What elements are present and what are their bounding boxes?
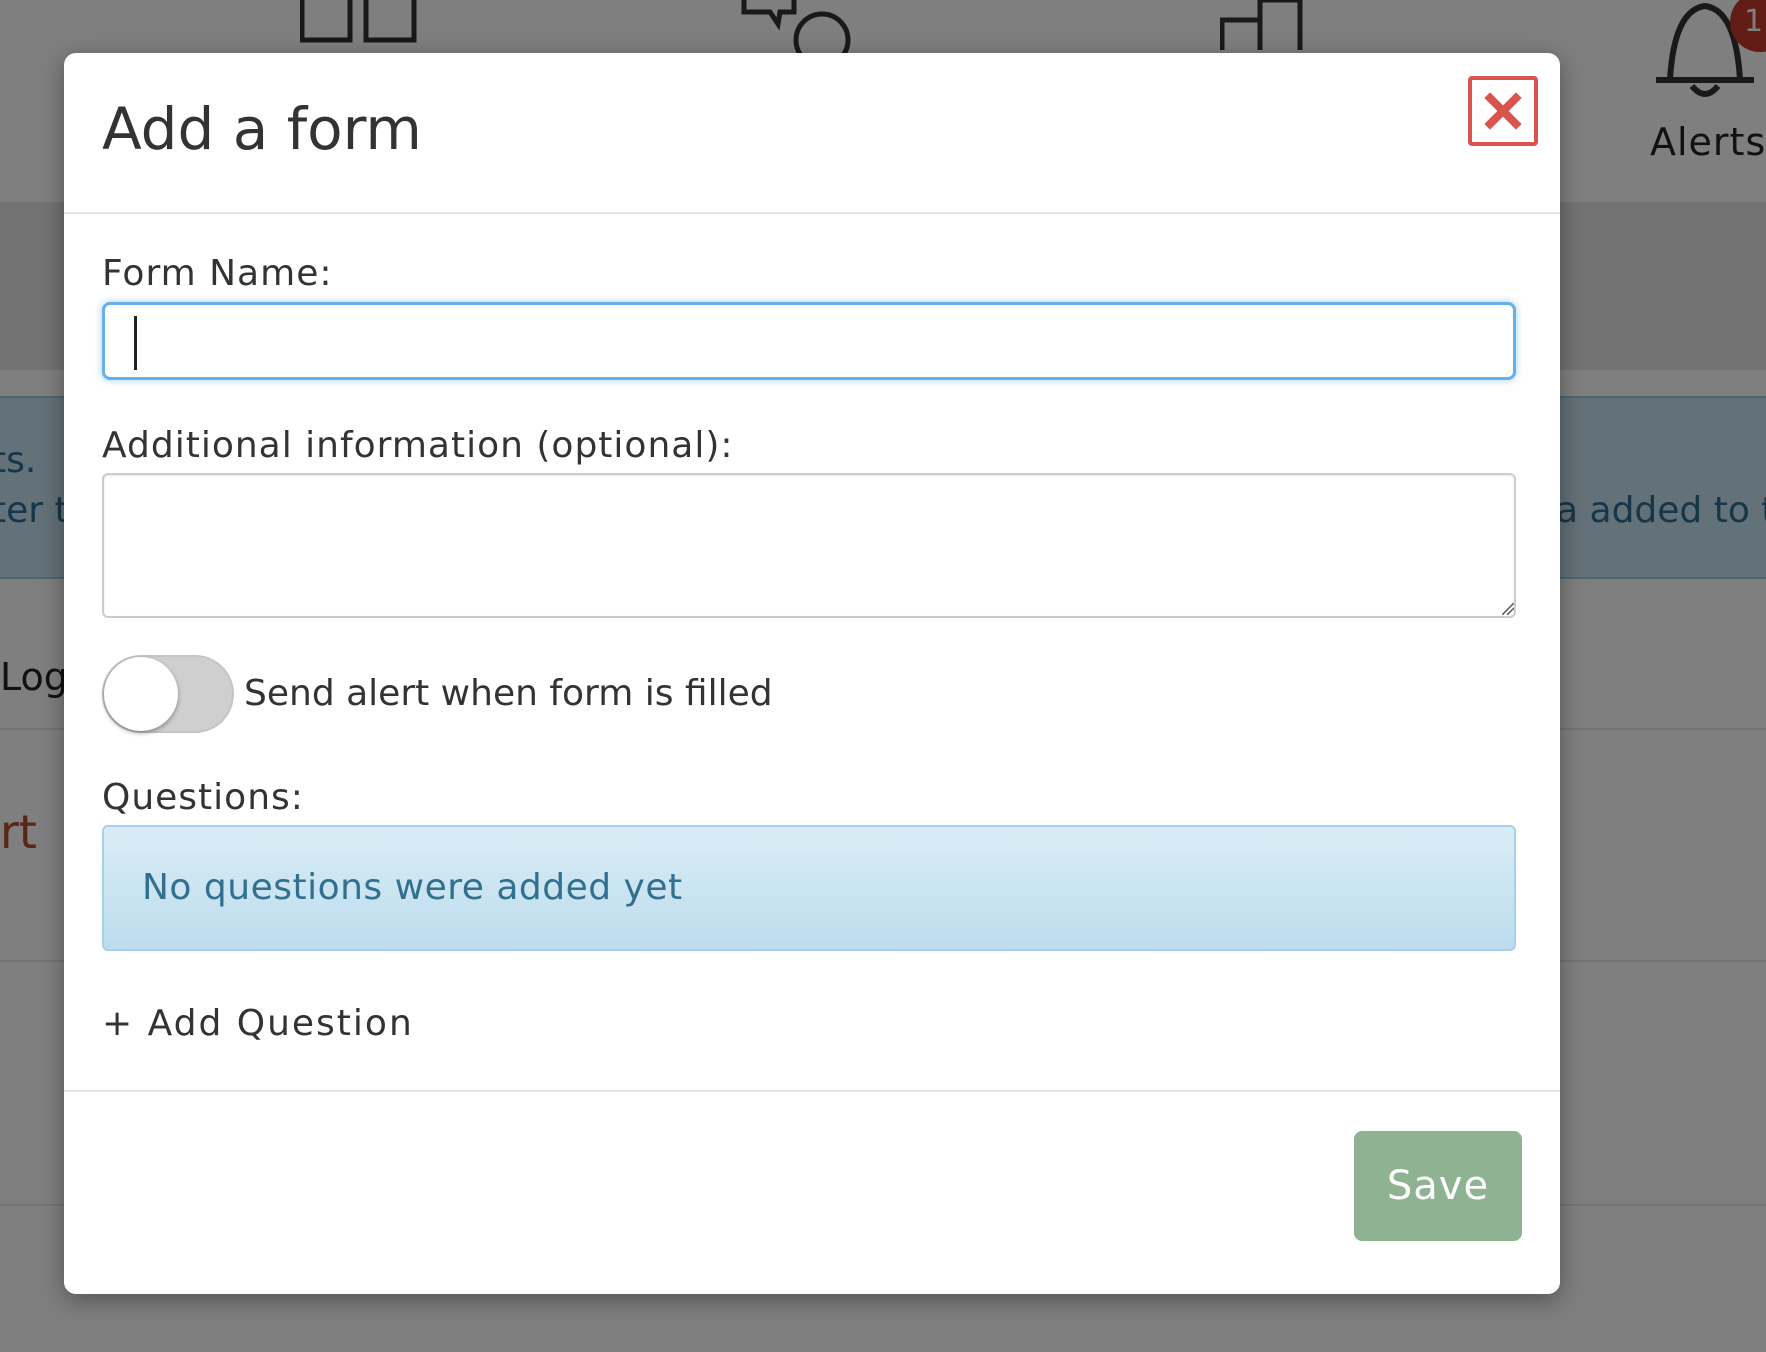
add-form-modal: Add a form Form Name: Additional informa… <box>64 53 1560 1294</box>
questions-empty-message: No questions were added yet <box>142 867 683 908</box>
add-question-link[interactable]: + Add Question <box>102 1003 414 1044</box>
toggle-knob <box>104 657 178 731</box>
close-icon <box>1484 92 1522 130</box>
questions-empty-alert: No questions were added yet <box>102 825 1516 951</box>
footer-divider <box>64 1090 1560 1092</box>
modal-header: Add a form <box>64 53 1560 214</box>
close-button[interactable] <box>1468 76 1538 146</box>
questions-label: Questions: <box>102 777 304 818</box>
resize-handle-icon[interactable] <box>1502 603 1514 615</box>
form-name-input[interactable] <box>102 302 1516 380</box>
additional-info-textarea[interactable] <box>102 473 1516 618</box>
save-button[interactable]: Save <box>1354 1131 1522 1241</box>
form-name-label: Form Name: <box>102 253 333 294</box>
modal-title: Add a form <box>102 95 422 163</box>
text-caret <box>134 316 137 370</box>
send-alert-toggle[interactable] <box>102 655 234 733</box>
send-alert-label: Send alert when form is filled <box>244 673 773 714</box>
additional-info-label: Additional information (optional): <box>102 425 734 466</box>
